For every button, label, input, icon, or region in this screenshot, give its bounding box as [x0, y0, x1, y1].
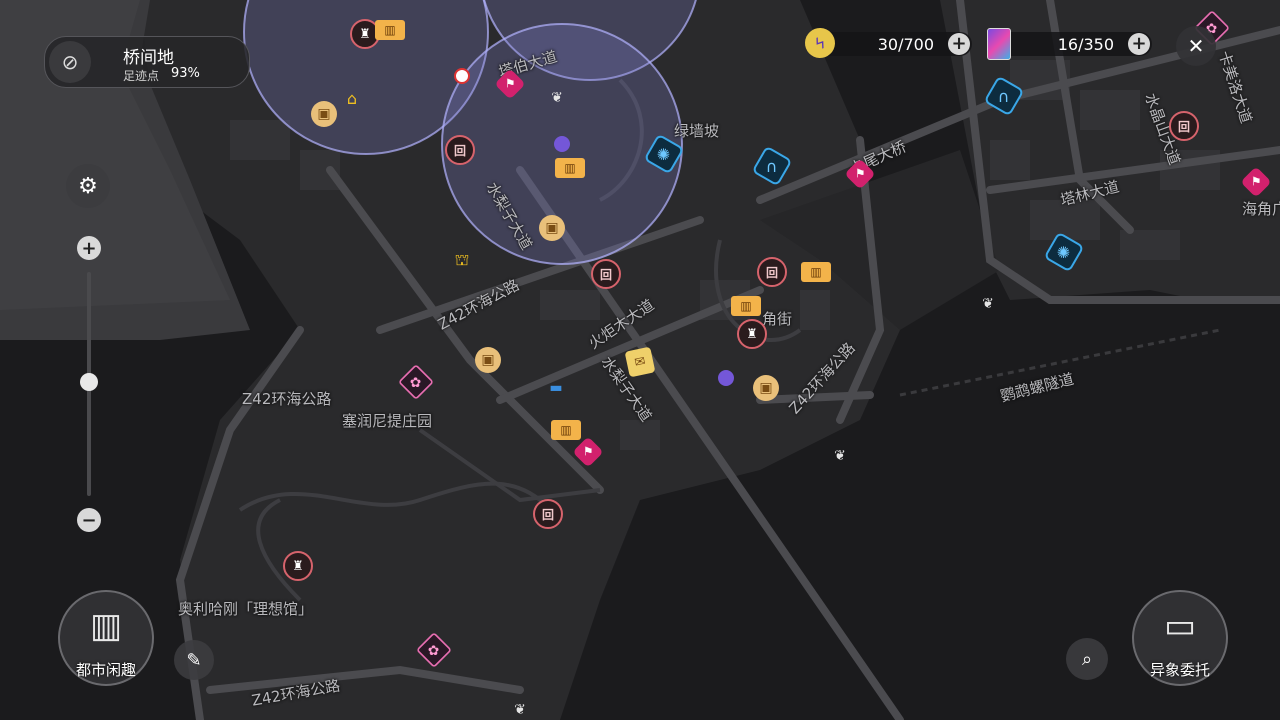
battery-counter: 30/700 +: [812, 32, 972, 56]
phone-booth-icon[interactable]: 回: [445, 135, 475, 165]
zoom-out-button[interactable]: −: [77, 508, 101, 532]
add-card-button[interactable]: +: [1128, 33, 1150, 55]
shop-icon[interactable]: ▥: [801, 262, 831, 282]
bench-icon[interactable]: ⛫: [449, 247, 475, 273]
note-edit-icon: ✎: [186, 649, 202, 671]
phone-booth-icon[interactable]: 回: [757, 257, 787, 287]
map-label: 海角广: [1242, 200, 1280, 218]
zoom-in-button[interactable]: +: [77, 236, 101, 260]
phone-booth-icon[interactable]: 回: [533, 499, 563, 529]
purple-orb-icon[interactable]: [718, 370, 734, 386]
notes-button[interactable]: ✎: [174, 640, 214, 680]
map-search-icon: ⌕: [1081, 648, 1093, 670]
ethereal-wisp-icon[interactable]: ❦: [979, 295, 997, 313]
settings-button[interactable]: ⚙: [66, 164, 110, 208]
location-panel: ⊘ 桥间地 足迹点 93%: [44, 36, 250, 88]
delivery-box-icon[interactable]: ▣: [475, 347, 501, 373]
home-icon[interactable]: ⌂: [339, 85, 365, 111]
delivery-box-icon[interactable]: ▣: [753, 375, 779, 401]
location-name: 桥间地: [123, 48, 174, 68]
delivery-box-icon[interactable]: ▣: [311, 101, 337, 127]
compass-icon[interactable]: ⊘: [49, 41, 91, 83]
map-label: 塞润尼提庄园: [342, 412, 433, 430]
card-pack-icon: [987, 28, 1011, 60]
progress-value: 93%: [171, 66, 200, 81]
zoom-slider-handle[interactable]: [80, 373, 98, 391]
delivery-box-icon[interactable]: ▣: [539, 215, 565, 241]
map-label: 角街: [762, 310, 793, 328]
progress-label: 足迹点: [123, 69, 160, 83]
phone-booth-icon[interactable]: 回: [1169, 111, 1199, 141]
map-label: 奥利哈刚「理想馆」: [178, 600, 314, 618]
anomaly-commission-button[interactable]: ▭ 异象委托: [1132, 590, 1228, 686]
card-counter: 16/350 +: [996, 32, 1152, 56]
package-icon[interactable]: ✉: [624, 346, 656, 378]
shop-icon[interactable]: ▥: [555, 158, 585, 178]
city-fun-button[interactable]: ▥ 都市闲趣: [58, 590, 154, 686]
teleport-tower-icon[interactable]: ♜: [737, 319, 767, 349]
folder-icon: ▭: [1163, 606, 1197, 646]
car-icon[interactable]: ▬: [543, 375, 569, 401]
city-fun-label: 都市闲趣: [75, 661, 136, 679]
map-search-button[interactable]: ⌕: [1066, 638, 1108, 680]
gear-icon: ⚙: [78, 173, 98, 199]
ethereal-wisp-icon[interactable]: ❦: [511, 701, 529, 719]
anomaly-label: 异象委托: [1149, 661, 1210, 679]
shop-icon[interactable]: ▥: [731, 296, 761, 316]
ethereal-wisp-icon[interactable]: ❦: [831, 447, 849, 465]
close-icon: ✕: [1187, 34, 1205, 58]
map-label: Z42环海公路: [242, 390, 332, 408]
purple-orb-icon[interactable]: [554, 136, 570, 152]
ethereal-wisp-icon[interactable]: ❦: [548, 89, 566, 107]
shop-icon[interactable]: ▥: [375, 20, 405, 40]
card-value: 16/350: [1057, 35, 1114, 54]
battery-value: 30/700: [877, 35, 934, 54]
map-label: 绿墙坡: [674, 122, 720, 140]
player-marker-icon: [454, 68, 470, 84]
close-button[interactable]: ✕: [1176, 26, 1216, 66]
phone-booth-icon[interactable]: 回: [591, 259, 621, 289]
add-battery-button[interactable]: +: [948, 33, 970, 55]
city-buildings-icon: ▥: [89, 606, 123, 646]
teleport-tower-icon[interactable]: ♜: [283, 551, 313, 581]
shop-icon[interactable]: ▥: [551, 420, 581, 440]
